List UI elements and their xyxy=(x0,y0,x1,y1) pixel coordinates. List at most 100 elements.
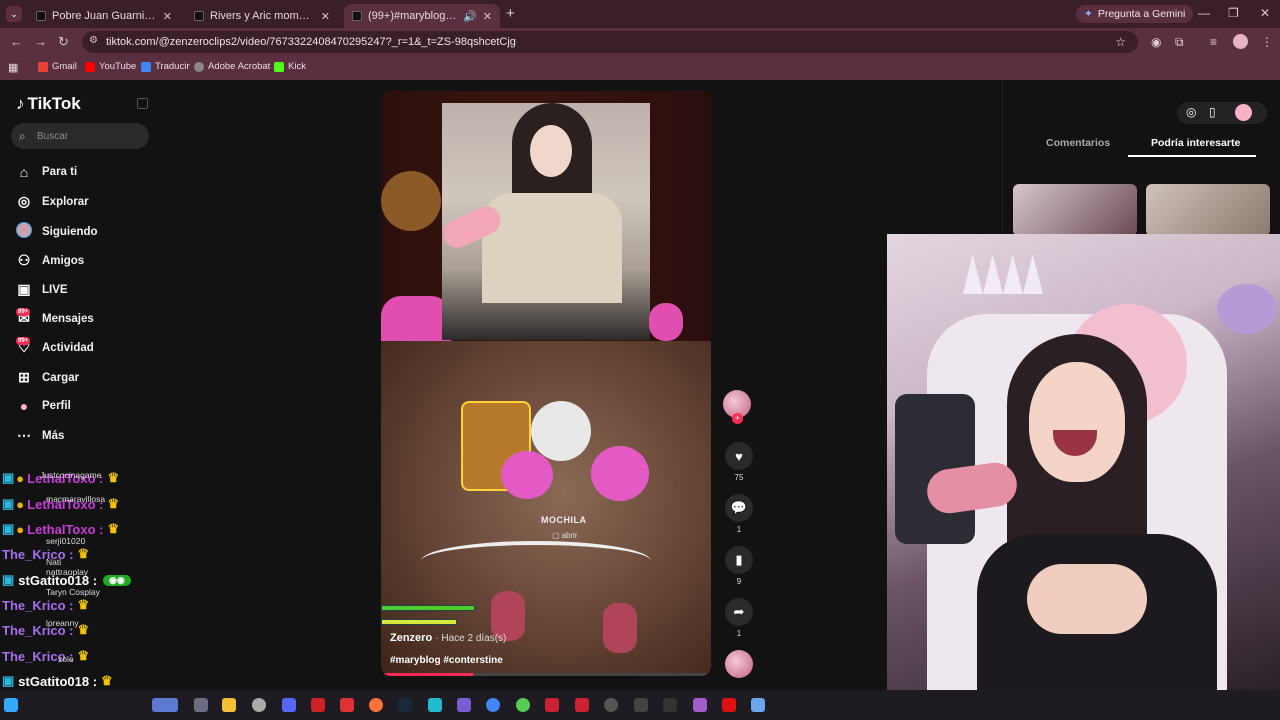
taskbar-app-icon[interactable] xyxy=(604,698,618,712)
close-tab-icon[interactable]: ✕ xyxy=(483,10,492,23)
suggested-video-thumb[interactable] xyxy=(1146,184,1270,236)
taskbar-app-icon[interactable] xyxy=(340,698,354,712)
close-tab-icon[interactable]: ✕ xyxy=(321,10,330,23)
progress-bar[interactable] xyxy=(381,673,711,676)
audio-icon[interactable]: 🔊 xyxy=(463,10,477,23)
tab-search-menu[interactable]: ⌄ xyxy=(6,6,22,22)
sidebar-item-perfil[interactable]: ● Perfil xyxy=(14,398,71,414)
steam-icon[interactable] xyxy=(398,698,412,712)
sidebar-item-amigos[interactable]: ⚇ Amigos xyxy=(14,252,84,269)
taskbar-app-icon[interactable] xyxy=(545,698,559,712)
minimize-icon[interactable]: — xyxy=(1198,6,1210,20)
search-input[interactable]: ⌕ Buscar xyxy=(11,123,149,149)
media-icon[interactable]: ≡ xyxy=(1210,35,1217,49)
extensions-puzzle-icon[interactable]: ⧉ xyxy=(1175,35,1184,50)
taskbar-app-icon[interactable] xyxy=(457,698,471,712)
discord-icon[interactable] xyxy=(282,698,296,712)
apps-grid-icon[interactable]: ▦ xyxy=(8,61,18,74)
extension-icon[interactable]: ◉ xyxy=(1151,35,1161,49)
forward-icon[interactable]: → xyxy=(34,34,47,49)
site-info-icon[interactable]: ⚙ xyxy=(89,35,98,46)
back-icon[interactable]: ← xyxy=(10,34,23,49)
taskbar-app-icon[interactable] xyxy=(311,698,325,712)
chat-badge-icon: ▣ xyxy=(2,470,15,485)
tiktok-logo[interactable]: ♪ TikTok xyxy=(16,94,81,114)
maximize-icon[interactable]: ❐ xyxy=(1228,6,1239,20)
address-bar[interactable]: ⚙ tiktok.com/@zenzeroclips2/video/767332… xyxy=(82,31,1138,53)
skeleton-body xyxy=(531,401,591,461)
share-count: 1 xyxy=(736,629,742,638)
streamer-face xyxy=(1029,362,1125,482)
chat-sublabel: macmaravillosa xyxy=(46,494,106,504)
video-hashtags[interactable]: #maryblog #conterstine xyxy=(390,655,503,666)
compass-icon[interactable]: ◎ xyxy=(1186,105,1196,119)
sidebar-item-siguiendo[interactable]: Siguiendo xyxy=(14,222,98,241)
menu-kebab-icon[interactable]: ⋮ xyxy=(1261,35,1273,49)
video-player[interactable]: MOCHILA ▢ abrir Zenzero · Hace 2 días(s) … xyxy=(381,91,711,676)
bookmark-gmail[interactable]: Gmail xyxy=(38,61,77,72)
firefox-icon[interactable] xyxy=(369,698,383,712)
tiktok-sidebar: ♪ TikTok ⌕ Buscar ⌂ Para ti ◎ Explorar Sigui… xyxy=(0,80,160,470)
bookmark-star-icon[interactable]: ☆ xyxy=(1115,35,1126,49)
tab-comentarios[interactable]: Comentarios xyxy=(1046,137,1110,149)
browser-tab-1[interactable]: Pobre Juan Guarnizo: El Mome ✕ xyxy=(28,4,180,28)
taskbar-app-icon[interactable] xyxy=(252,698,266,712)
game-item-label: MOCHILA xyxy=(541,515,587,525)
taskbar-app-icon[interactable] xyxy=(663,698,677,712)
taskbar-app-icon[interactable] xyxy=(751,698,765,712)
suggested-video-thumb[interactable] xyxy=(1013,184,1137,236)
tab-title: (99+)#maryblog #contersti xyxy=(368,10,460,22)
comment-button[interactable]: 💬 1 xyxy=(723,494,755,534)
chat-username: stGatito018 : xyxy=(18,673,98,689)
sound-avatar[interactable] xyxy=(725,650,753,678)
video-author[interactable]: Zenzero · Hace 2 días(s) xyxy=(390,632,506,644)
bookmark-traducir[interactable]: Traducir xyxy=(141,61,190,72)
live-icon: ▣ xyxy=(17,281,31,297)
reload-icon[interactable]: ↻ xyxy=(58,34,69,50)
taskbar-app-icon[interactable] xyxy=(194,698,208,712)
bookmark-adobe[interactable]: Adobe Acrobat xyxy=(194,61,270,72)
like-button[interactable]: ♥ 75 xyxy=(723,442,755,482)
save-button[interactable]: ▮ 9 xyxy=(723,546,755,586)
sidebar-item-live[interactable]: ▣ LIVE xyxy=(14,281,67,298)
author-name: Zenzero xyxy=(390,632,433,644)
chat-sublabel: zolo xyxy=(58,654,74,664)
close-tab-icon[interactable]: ✕ xyxy=(163,10,172,23)
taskbar-app-icon[interactable] xyxy=(634,698,648,712)
browser-tab-2[interactable]: Rivers y Aric momentos divertid ✕ xyxy=(186,4,338,28)
taskbar-app-icon[interactable] xyxy=(516,698,530,712)
chat-badge-icon: ▣ xyxy=(2,496,15,511)
chat-line: The_Krico : ♛ xyxy=(2,597,89,613)
sidebar-item-cargar[interactable]: ⊞ Cargar xyxy=(14,369,79,386)
browser-tab-3-active[interactable]: (99+)#maryblog #contersti 🔊 ✕ xyxy=(344,4,500,28)
bookmark-youtube[interactable]: YouTube xyxy=(85,61,136,72)
collapse-sidebar-icon[interactable] xyxy=(137,98,148,109)
sidebar-item-mas[interactable]: ⋯ Más xyxy=(14,427,64,444)
chat-username: LethalToxo : xyxy=(27,521,104,537)
sidebar-item-explorar[interactable]: ◎ Explorar xyxy=(14,193,89,210)
taskbar-app-icon[interactable] xyxy=(693,698,707,712)
taskbar-app-icon[interactable] xyxy=(722,698,736,712)
taskbar-app-icon[interactable] xyxy=(152,698,178,712)
wall-light-decor xyxy=(963,254,1043,294)
folder-icon[interactable] xyxy=(222,698,236,712)
browser-tab-bar: ⌄ Pobre Juan Guarnizo: El Mome ✕ Rivers … xyxy=(0,0,1280,28)
tab-podria-interesarte[interactable]: Podría interesarte xyxy=(1151,137,1240,149)
gemini-button[interactable]: ✦ Pregunta a Gemini xyxy=(1076,5,1194,23)
chat-sublabel: Nati xyxy=(46,557,62,567)
profile-avatar-icon[interactable] xyxy=(1235,104,1252,121)
chat-badge-icon: ▣ xyxy=(2,673,15,688)
taskbar-app-icon[interactable] xyxy=(428,698,442,712)
close-window-icon[interactable]: ✕ xyxy=(1260,6,1270,20)
taskbar-app-icon[interactable] xyxy=(575,698,589,712)
device-icon[interactable]: ▯ xyxy=(1209,105,1216,119)
chrome-icon[interactable] xyxy=(486,698,500,712)
taskbar-app-icon[interactable] xyxy=(4,698,18,712)
follow-plus-icon[interactable]: + xyxy=(732,413,743,424)
new-tab-button[interactable]: + xyxy=(506,5,515,22)
share-button[interactable]: ➦ 1 xyxy=(723,598,755,638)
profile-icon: ● xyxy=(19,398,29,414)
sidebar-item-para-ti[interactable]: ⌂ Para ti xyxy=(14,164,77,180)
profile-avatar[interactable] xyxy=(1233,34,1248,49)
bookmark-kick[interactable]: Kick xyxy=(274,61,306,72)
